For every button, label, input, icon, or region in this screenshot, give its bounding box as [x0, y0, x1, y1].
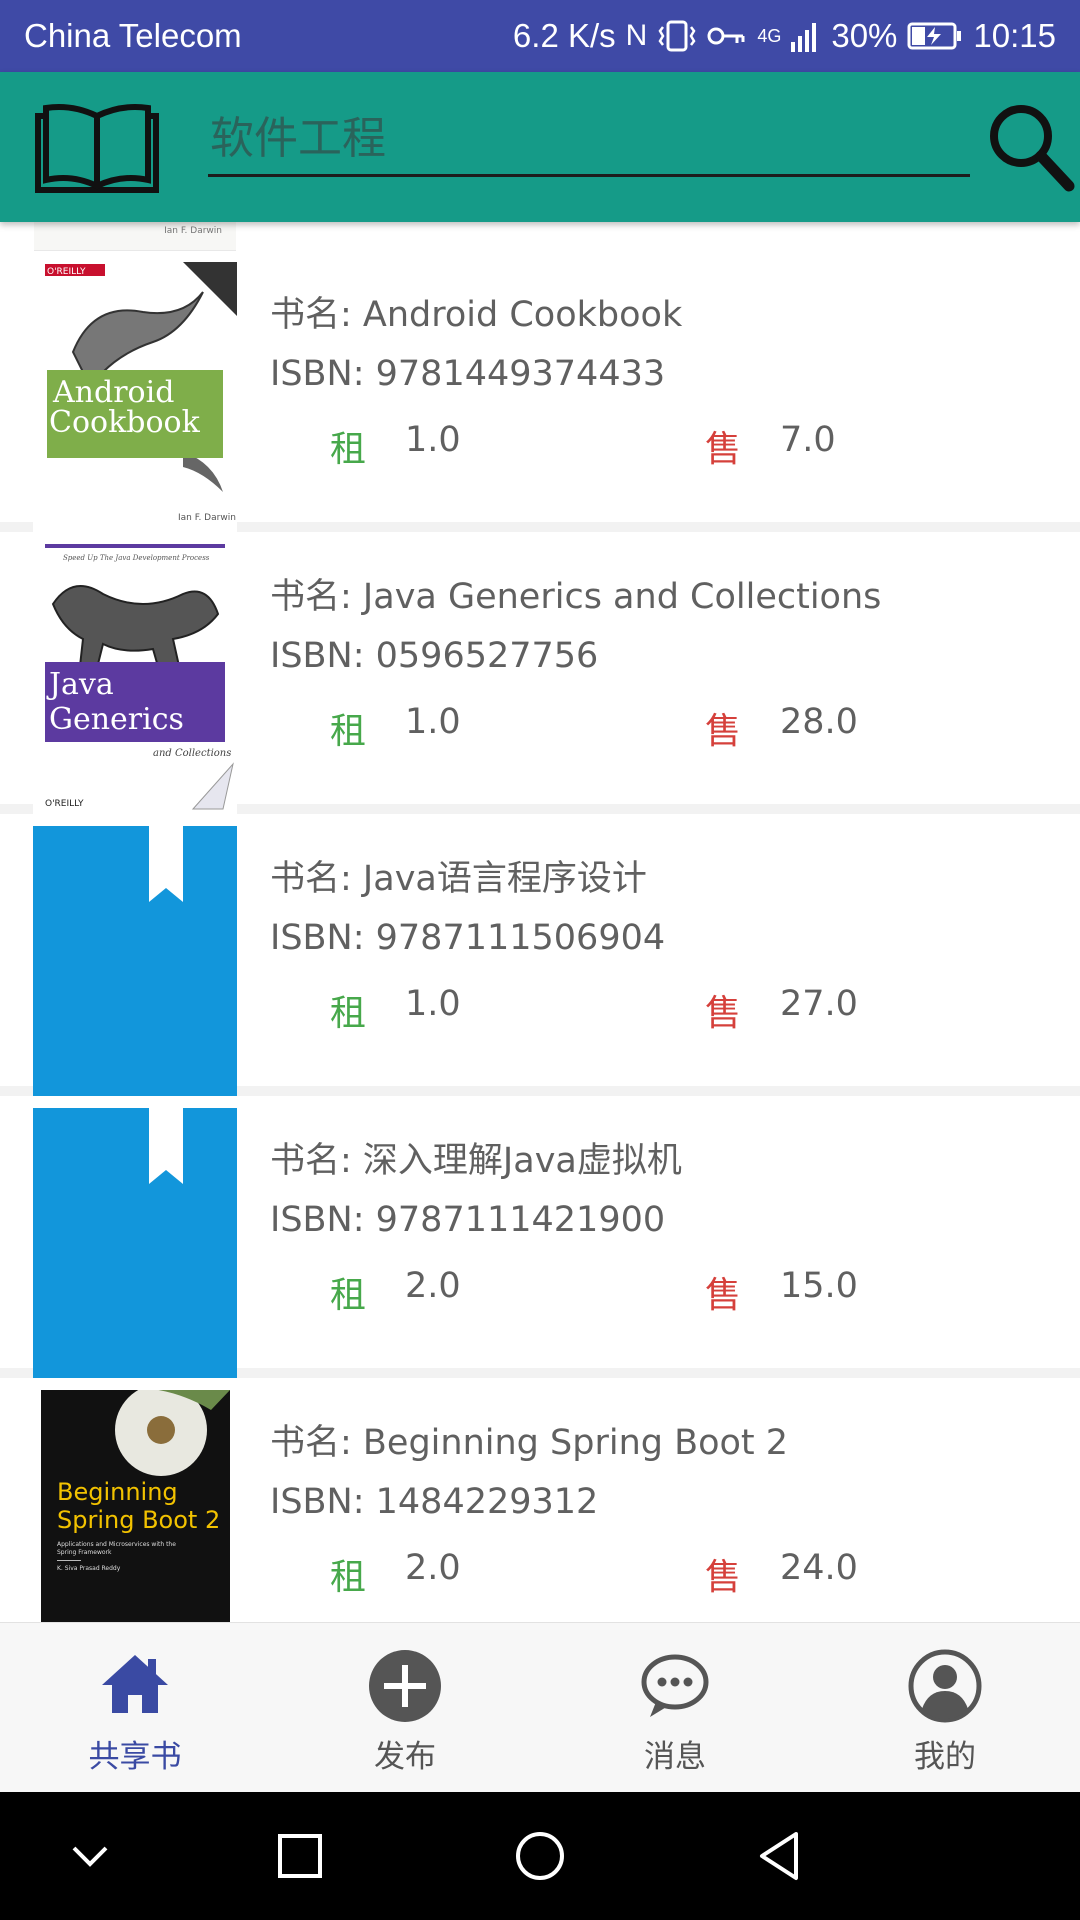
sale-label: 售 — [705, 711, 742, 752]
search-input[interactable] — [208, 102, 970, 177]
bottom-navigation: 共享书 发布 消息 我的 — [0, 1622, 1080, 1793]
cover-publisher: O'REILLY — [45, 799, 84, 809]
cover-subtitle-line-1: Applications and Microservices with the — [57, 1541, 176, 1548]
book-row[interactable]: O'REILLY Android Cookbook Ian F. Darwin … — [0, 250, 1080, 532]
battery-percent: 30% — [831, 17, 898, 54]
book-isbn: ISBN: 0596527756 — [270, 636, 599, 676]
cover-author: K. Siva Prasad Reddy — [57, 1565, 121, 1572]
signal-icon — [791, 23, 817, 52]
book-isbn: ISBN: 1484229312 — [270, 1482, 599, 1522]
add-circle-icon — [369, 1650, 441, 1722]
rent-label: 租 — [330, 429, 367, 470]
home-circle-icon[interactable] — [510, 1826, 570, 1886]
vibrate-icon — [658, 20, 696, 52]
key-icon — [707, 27, 745, 45]
nav-label: 消息 — [644, 1739, 706, 1775]
nav-label: 共享书 — [88, 1739, 182, 1775]
book-row[interactable]: Beginning Spring Boot 2 Applications and… — [0, 1378, 1080, 1622]
book-cover[interactable]: Speed Up The Java Development Process Ja… — [33, 544, 237, 814]
book-title: 书名: Android Cookbook — [270, 295, 683, 335]
clock: 10:15 — [973, 17, 1056, 54]
rent-label: 租 — [330, 993, 367, 1034]
rent-label: 租 — [330, 1557, 367, 1598]
status-bar: China Telecom 6.2 K/s N 4G 30% 10:15 — [0, 0, 1080, 72]
rent-label: 租 — [330, 711, 367, 752]
cover-subtitle: and Collections — [153, 748, 231, 759]
person-icon — [908, 1649, 982, 1723]
nav-item-messages[interactable]: 消息 — [540, 1623, 810, 1793]
search-icon[interactable] — [985, 100, 1075, 192]
cover-title-line-2: Cookbook — [49, 405, 201, 440]
previous-book-cover[interactable]: Ian F. Darwin — [34, 222, 236, 251]
cover-tagline: Speed Up The Java Development Process — [63, 554, 210, 562]
book-cover[interactable]: Beginning Spring Boot 2 Applications and… — [41, 1390, 230, 1622]
nfc-icon: N — [625, 19, 648, 52]
rent-price: 2.0 — [405, 1266, 461, 1306]
book-row[interactable]: 书名: Java语言程序设计 ISBN: 9787111506904 租 1.0… — [0, 814, 1080, 1096]
recents-square-icon[interactable] — [270, 1826, 330, 1886]
book-cover-placeholder[interactable] — [33, 826, 237, 1096]
battery-charging-icon — [907, 22, 962, 50]
cover-title-line-1: Beginning — [57, 1478, 178, 1506]
sale-price: 28.0 — [780, 702, 858, 742]
book-row[interactable]: 书名: 深入理解Java虚拟机 ISBN: 9787111421900 租 2.… — [0, 1096, 1080, 1378]
previous-cover-author: Ian F. Darwin — [164, 226, 222, 236]
book-title: 书名: Beginning Spring Boot 2 — [270, 1423, 789, 1463]
book-logo-icon[interactable] — [34, 102, 160, 194]
book-row[interactable]: Speed Up The Java Development Process Ja… — [0, 532, 1080, 814]
sale-label: 售 — [705, 1275, 742, 1316]
cover-author: Ian F. Darwin — [178, 513, 236, 523]
chat-bubble-icon — [641, 1654, 709, 1717]
home-icon — [102, 1655, 168, 1713]
book-list[interactable]: Ian F. Darwin O'REILLY Android Cookbook … — [0, 222, 1080, 1622]
book-isbn: ISBN: 9787111506904 — [270, 918, 666, 958]
rent-price: 1.0 — [405, 420, 461, 460]
app-bar — [0, 72, 1080, 222]
nav-item-shared-books[interactable]: 共享书 — [0, 1623, 270, 1793]
cover-publisher: O'REILLY — [47, 267, 86, 277]
cover-title-line-1: Java — [46, 667, 114, 702]
sale-price: 27.0 — [780, 984, 858, 1024]
cover-title-line-2: Spring Boot 2 — [57, 1506, 220, 1534]
nav-item-me[interactable]: 我的 — [810, 1623, 1080, 1793]
book-title: 书名: Java语言程序设计 — [270, 859, 647, 899]
book-title: 书名: Java Generics and Collections — [270, 577, 882, 617]
sale-price: 24.0 — [780, 1548, 858, 1588]
network-speed: 6.2 K/s — [512, 17, 616, 54]
network-type: 4G — [757, 26, 782, 46]
book-isbn: ISBN: 9787111421900 — [270, 1200, 666, 1240]
sale-price: 7.0 — [780, 420, 836, 460]
book-title: 书名: 深入理解Java虚拟机 — [270, 1141, 682, 1181]
rent-price: 1.0 — [405, 702, 461, 742]
rent-price: 1.0 — [405, 984, 461, 1024]
nav-label: 我的 — [914, 1739, 976, 1775]
sale-label: 售 — [705, 1557, 742, 1598]
cover-subtitle-line-2: Spring Framework — [57, 1549, 112, 1556]
book-cover-placeholder[interactable] — [33, 1108, 237, 1378]
rent-label: 租 — [330, 1275, 367, 1316]
system-navigation-bar — [0, 1792, 1080, 1920]
book-isbn: ISBN: 9781449374433 — [270, 354, 666, 394]
chevron-down-icon[interactable] — [60, 1826, 120, 1886]
nav-item-publish[interactable]: 发布 — [270, 1623, 540, 1793]
nav-label: 发布 — [374, 1739, 436, 1775]
carrier-name: China Telecom — [24, 17, 242, 54]
rent-price: 2.0 — [405, 1548, 461, 1588]
book-cover[interactable]: O'REILLY Android Cookbook Ian F. Darwin — [33, 262, 237, 532]
sale-price: 15.0 — [780, 1266, 858, 1306]
status-icons: 6.2 K/s N 4G 30% 10:15 — [513, 17, 1056, 55]
cover-title-line-2: Generics — [49, 702, 184, 737]
sale-label: 售 — [705, 993, 742, 1034]
back-triangle-icon[interactable] — [750, 1826, 810, 1886]
sale-label: 售 — [705, 429, 742, 470]
